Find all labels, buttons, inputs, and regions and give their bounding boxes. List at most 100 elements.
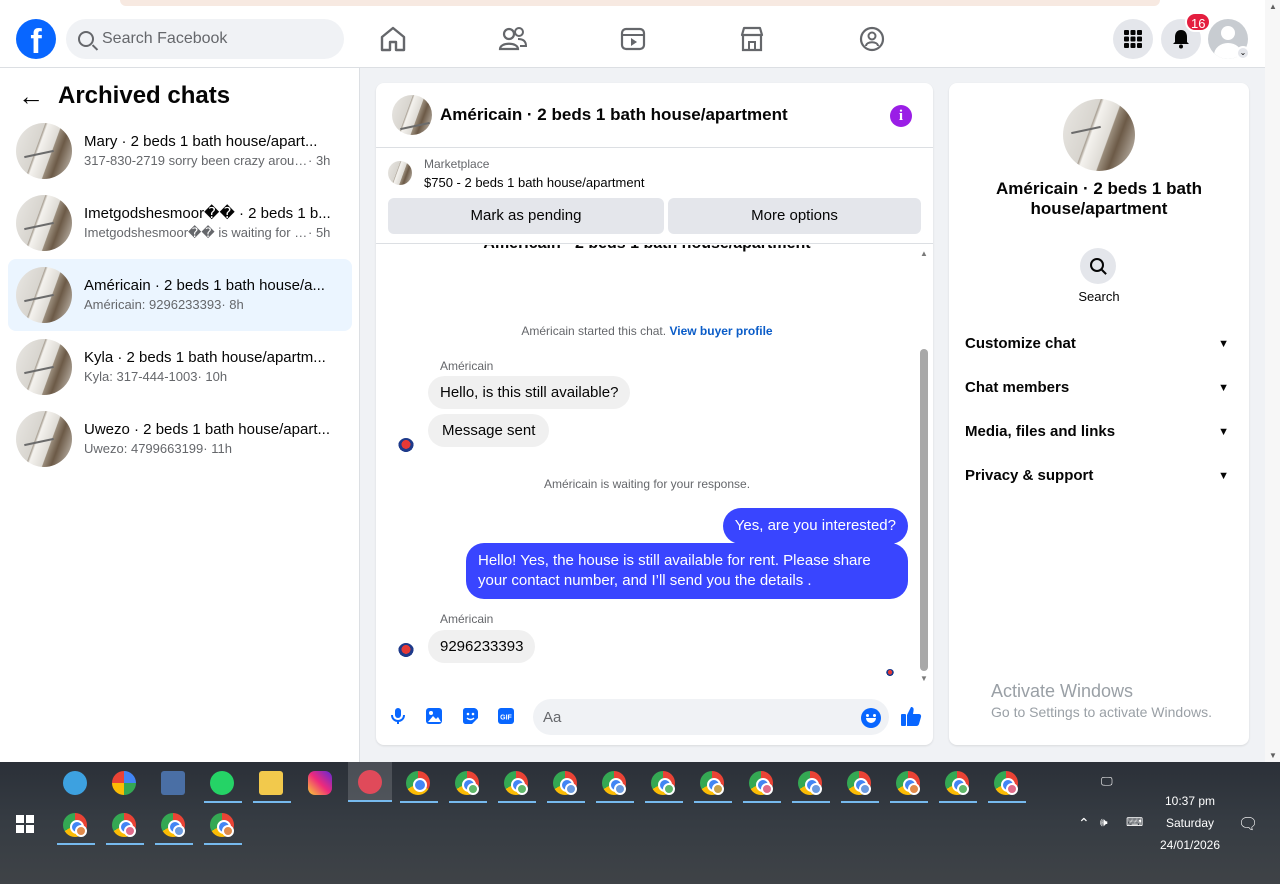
- taskbar-chrome[interactable]: [939, 765, 977, 803]
- chat-preview: Kyla: 317-444-1003: [84, 369, 198, 384]
- conversation-title[interactable]: Américain · 2 beds 1 bath house/apartmen…: [440, 105, 788, 125]
- groups-icon[interactable]: [857, 24, 887, 54]
- chat-list-item[interactable]: Mary · 2 beds 1 bath house/apart... 317-…: [8, 115, 352, 187]
- mark-as-pending-button[interactable]: Mark as pending: [388, 198, 664, 234]
- search-input[interactable]: [102, 30, 322, 48]
- chat-list-item[interactable]: Imetgodshesmoor�� · 2 beds 1 b... Imetgo…: [8, 187, 352, 259]
- taskbar-chrome[interactable]: [57, 807, 95, 845]
- media-files-links-row[interactable]: Media, files and links ▼: [965, 420, 1233, 444]
- customize-chat-row[interactable]: Customize chat ▼: [965, 332, 1233, 356]
- search-in-chat-button[interactable]: [1080, 248, 1116, 284]
- privacy-support-row[interactable]: Privacy & support ▼: [965, 464, 1233, 488]
- chat-thumbnail: [16, 267, 72, 323]
- taskbar-calculator[interactable]: [155, 765, 189, 799]
- notification-badge: 16: [1185, 12, 1212, 32]
- keyboard-icon[interactable]: ⌨: [1126, 815, 1143, 829]
- taskbar-chrome[interactable]: [792, 765, 830, 803]
- taskbar-chrome[interactable]: [547, 765, 585, 803]
- taskbar-chrome[interactable]: [106, 807, 144, 845]
- chat-list-item[interactable]: Kyla · 2 beds 1 bath house/apartm... Kyl…: [8, 331, 352, 403]
- photo-icon[interactable]: [425, 707, 443, 725]
- emoji-icon[interactable]: [861, 708, 881, 728]
- taskbar-chrome[interactable]: [204, 807, 242, 845]
- menu-grid-button[interactable]: [1113, 19, 1153, 59]
- clock-day[interactable]: Saturday: [1150, 816, 1230, 830]
- video-icon[interactable]: [618, 24, 648, 54]
- clock-date[interactable]: 24/01/2026: [1150, 838, 1230, 852]
- scroll-up-arrow-icon[interactable]: ▲: [920, 249, 928, 258]
- back-arrow-icon[interactable]: ←: [18, 83, 44, 109]
- marketplace-icon[interactable]: [737, 24, 767, 54]
- volume-icon[interactable]: 🕪: [1100, 815, 1108, 830]
- conversation-avatar[interactable]: [392, 95, 432, 135]
- incoming-message[interactable]: Hello, is this still available?: [428, 376, 631, 409]
- more-options-button[interactable]: More options: [668, 198, 921, 234]
- taskbar-chrome[interactable]: [596, 765, 634, 803]
- scroll-down-arrow-icon[interactable]: ▼: [1269, 751, 1277, 760]
- chat-list-item-active[interactable]: Américain · 2 beds 1 bath house/a... Amé…: [8, 259, 352, 331]
- search-box[interactable]: [66, 19, 344, 59]
- chat-thumbnail: [16, 123, 72, 179]
- taskbar-chrome[interactable]: [449, 765, 487, 803]
- taskbar-chrome[interactable]: [645, 765, 683, 803]
- display-icon[interactable]: 🖵: [1101, 774, 1113, 789]
- taskbar-snipping-tool[interactable]: [348, 762, 392, 802]
- sender-avatar[interactable]: [398, 438, 414, 454]
- taskbar-chrome[interactable]: [694, 765, 732, 803]
- chat-members-row[interactable]: Chat members ▼: [965, 376, 1233, 400]
- app-heart-icon: [63, 771, 87, 795]
- taskbar-chrome[interactable]: [155, 807, 193, 845]
- taskbar-chrome[interactable]: [988, 765, 1026, 803]
- chat-time: · 3h: [308, 153, 331, 168]
- chevron-up-icon[interactable]: ⌃: [1078, 815, 1090, 832]
- facebook-logo[interactable]: f: [16, 19, 56, 59]
- taskbar-app-1[interactable]: [57, 765, 91, 799]
- sender-avatar[interactable]: [398, 643, 414, 659]
- taskbar-chrome[interactable]: [743, 765, 781, 803]
- listing-thumbnail[interactable]: [388, 161, 412, 185]
- clock-time[interactable]: 10:37 pm: [1150, 794, 1230, 808]
- window-scrollbar[interactable]: ▲ ▼: [1265, 0, 1280, 762]
- taskbar-chrome[interactable]: [400, 765, 438, 803]
- sticker-icon[interactable]: [461, 707, 479, 725]
- incoming-message[interactable]: Message sent: [428, 414, 550, 447]
- taskbar-whatsapp[interactable]: [204, 765, 242, 803]
- chevron-down-icon[interactable]: ⌄: [1236, 46, 1250, 60]
- seen-indicator-avatar: [886, 669, 894, 677]
- home-icon[interactable]: [378, 24, 408, 54]
- taskbar-app-2[interactable]: [106, 765, 140, 799]
- incoming-message[interactable]: 9296233393: [428, 630, 536, 663]
- info-icon[interactable]: i: [890, 105, 912, 127]
- search-in-chat-label: Search: [1078, 289, 1120, 304]
- top-navigation-bar: f 16 ⌄: [0, 0, 1265, 68]
- taskbar-chrome[interactable]: [841, 765, 879, 803]
- thumbs-up-icon[interactable]: [900, 705, 922, 727]
- taskbar-instagram[interactable]: [302, 765, 336, 799]
- microphone-icon[interactable]: [389, 707, 407, 725]
- chat-info-avatar[interactable]: [1063, 99, 1135, 171]
- scroll-down-arrow-icon[interactable]: ▼: [920, 674, 928, 683]
- message-input[interactable]: [533, 699, 889, 735]
- chat-time: · 11h: [203, 441, 232, 456]
- listing-title[interactable]: $750 - 2 beds 1 bath house/apartment: [424, 175, 644, 190]
- view-buyer-profile-link[interactable]: View buyer profile: [669, 324, 772, 338]
- chat-started-note: Américain started this chat. View buyer …: [376, 324, 918, 338]
- chevron-down-icon: ▼: [1218, 470, 1229, 482]
- gif-icon[interactable]: GIF: [497, 707, 515, 725]
- windows-start-icon[interactable]: [16, 815, 34, 833]
- scroll-up-arrow-icon[interactable]: ▲: [1269, 2, 1277, 11]
- taskbar-chrome[interactable]: [498, 765, 536, 803]
- taskbar-file-explorer[interactable]: [253, 765, 291, 803]
- chat-time: · 10h: [197, 369, 228, 384]
- message-composer: GIF: [376, 685, 933, 745]
- windows-taskbar: 🖵 ⌃ 🕪 ⌨ 10:37 pm Saturday 24/01/2026 🗨: [0, 762, 1280, 884]
- row-label: Chat members: [965, 379, 1070, 396]
- outgoing-message[interactable]: Hello! Yes, the house is still available…: [466, 543, 908, 599]
- friends-icon[interactable]: [498, 24, 528, 54]
- thread-scrollbar[interactable]: ▲ ▼: [918, 249, 930, 683]
- outgoing-message[interactable]: Yes, are you interested?: [722, 508, 908, 544]
- notification-center-icon[interactable]: 🗨: [1238, 814, 1258, 834]
- taskbar-chrome[interactable]: [890, 765, 928, 803]
- chat-list-item[interactable]: Uwezo · 2 beds 1 bath house/apart... Uwe…: [8, 403, 352, 475]
- scrollbar-thumb[interactable]: [920, 349, 928, 671]
